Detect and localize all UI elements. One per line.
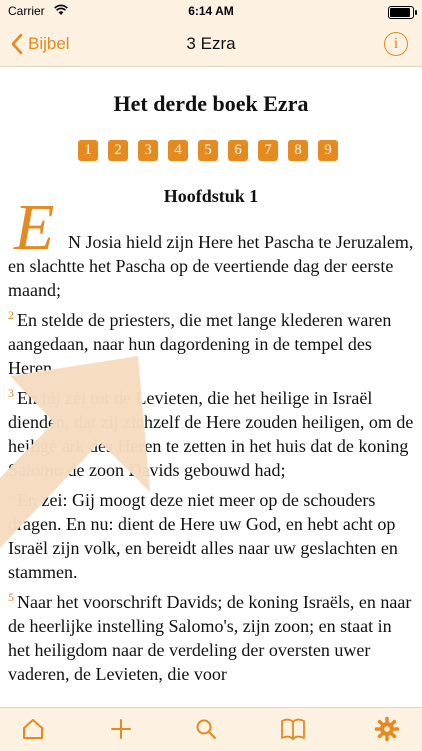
chapter-link[interactable]: 8 xyxy=(288,140,308,161)
status-bar: Carrier 6:14 AM xyxy=(0,0,422,22)
home-icon xyxy=(23,719,43,739)
chapter-link[interactable]: 6 xyxy=(228,140,248,161)
back-label: Bijbel xyxy=(28,34,70,53)
tab-bar xyxy=(0,707,422,751)
verse-text: En zei: Gij moogt deze niet meer op de s… xyxy=(8,490,398,582)
tab-search[interactable] xyxy=(193,716,219,742)
tab-home[interactable] xyxy=(20,716,46,742)
chapter-link[interactable]: 5 xyxy=(198,140,218,161)
chevron-left-icon xyxy=(11,33,23,55)
reading-view[interactable]: Het derde boek Ezra 1 2 3 4 5 6 7 8 9 Ho… xyxy=(0,67,422,707)
book-title: Het derde boek Ezra xyxy=(113,91,309,116)
gear-icon xyxy=(374,716,400,742)
book-icon xyxy=(281,718,305,740)
verse-text: En hij zei tot de Levieten, die het heil… xyxy=(8,388,414,480)
verse-number: 5 xyxy=(8,590,14,604)
verse-text: N Josia hield zijn Here het Pascha te Je… xyxy=(8,232,414,300)
verse: N Josia hield zijn Here het Pascha te Je… xyxy=(8,230,416,302)
chapter-link[interactable]: 7 xyxy=(258,140,278,161)
battery-icon xyxy=(388,6,417,19)
chapter-link[interactable]: 1 xyxy=(78,140,98,161)
verse-number: 4 xyxy=(8,488,14,502)
chapter-link[interactable]: 4 xyxy=(168,140,188,161)
back-button[interactable]: Bijbel xyxy=(10,30,70,58)
chapter-link[interactable]: 2 xyxy=(108,140,128,161)
verse: 3 En hij zei tot de Levieten, die het hei… xyxy=(8,386,416,482)
plus-icon xyxy=(111,719,131,739)
info-button[interactable]: i xyxy=(384,32,408,56)
chapter-heading: Hoofdstuk 1 xyxy=(163,186,259,206)
verse-number: 2 xyxy=(8,308,14,322)
search-icon xyxy=(196,719,216,739)
tab-library[interactable] xyxy=(280,716,306,742)
status-time: 6:14 AM xyxy=(188,4,234,18)
chapter-index: 1 2 3 4 5 6 7 8 9 xyxy=(78,140,338,161)
nav-bar: Bijbel 3 Ezra i xyxy=(0,22,422,67)
chapter-text: N Josia hield zijn Here het Pascha te Je… xyxy=(8,230,416,692)
verse-number: 3 xyxy=(8,386,14,400)
verse: 2 En stelde de priesters, die met lange k… xyxy=(8,308,416,380)
verse-text: En stelde de priesters, die met lange kl… xyxy=(8,310,392,378)
tab-add[interactable] xyxy=(108,716,134,742)
chapter-link[interactable]: 9 xyxy=(318,140,338,161)
verse: 4 En zei: Gij moogt deze niet meer op de … xyxy=(8,488,416,584)
tab-settings[interactable] xyxy=(374,716,400,742)
verse-text: Naar het voorschrift Davids; de koning I… xyxy=(8,592,412,684)
chapter-link[interactable]: 3 xyxy=(138,140,158,161)
verse: 5 Naar het voorschrift Davids; de koning … xyxy=(8,590,416,686)
